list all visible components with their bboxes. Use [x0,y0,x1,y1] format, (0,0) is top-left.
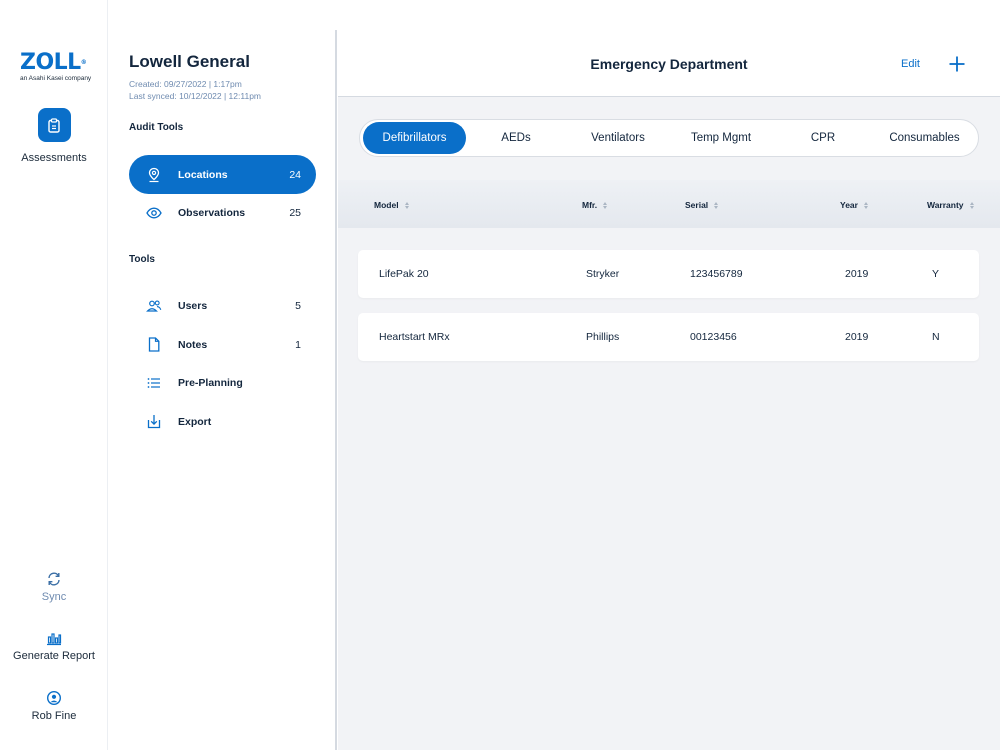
cell-warranty: N [932,331,940,343]
cell-mfr: Stryker [586,268,620,280]
nav-count-notes: 1 [295,338,301,351]
cell-model: LifePak 20 [379,268,429,280]
plus-icon [949,56,965,72]
column-header-year[interactable]: Year [840,200,868,210]
column-label-model: Model [374,200,399,210]
audit-tools-heading: Audit Tools [129,122,184,133]
nav-item-users[interactable]: Users 5 [129,286,316,325]
user-name-label: Rob Fine [31,710,77,722]
nav-item-locations[interactable]: Locations 24 [129,155,316,194]
tab-temp-mgmt[interactable]: Temp Mgmt [670,122,772,154]
generate-report-button[interactable]: Generate Report [0,630,108,662]
sync-button[interactable]: Sync [0,571,108,603]
assessments-nav[interactable]: Assessments [0,108,108,164]
column-label-mfr: Mfr. [582,200,598,210]
nav-label-locations: Locations [178,168,228,181]
download-icon [129,414,178,429]
sort-icon [969,201,974,209]
facility-title: Lowell General [129,52,250,71]
location-panel: Lowell General Created: 09/27/2022 | 1:1… [109,30,337,750]
table-header: Model Mfr. Serial Year Warranty [338,180,1000,228]
nav-label-observations: Observations [178,206,246,219]
zoll-logo: ZOLL® an Asahi Kasei company [20,50,92,83]
cell-year: 2019 [845,268,869,280]
tab-consumables[interactable]: Consumables [874,122,975,154]
add-button[interactable] [947,54,967,74]
sync-label: Sync [41,591,67,603]
tab-ventilators[interactable]: Ventilators [566,122,670,154]
column-label-serial: Serial [685,200,709,210]
cell-serial: 00123456 [690,331,737,343]
nav-item-export[interactable]: Export [129,402,316,441]
sync-icon [0,571,108,587]
column-header-mfr[interactable]: Mfr. [582,200,608,210]
logo-tagline: an Asahi Kasei company [20,75,92,82]
user-avatar-icon [0,690,108,706]
document-icon [129,337,178,352]
nav-item-observations[interactable]: Observations 25 [129,193,316,232]
cell-warranty: Y [932,268,940,280]
user-profile-button[interactable]: Rob Fine [0,690,108,722]
nav-count-users: 5 [295,299,301,312]
nav-label-export: Export [178,415,212,428]
nav-item-notes[interactable]: Notes 1 [129,325,316,364]
eye-icon [129,207,178,219]
table-row[interactable]: LifePak 20 Stryker 123456789 2019 Y [358,250,979,298]
column-header-warranty[interactable]: Warranty [927,200,974,210]
list-icon [129,377,178,389]
users-icon [129,299,178,313]
content-header: Emergency Department Edit [338,30,1000,97]
logo-wordmark: ZOLL® [20,50,87,75]
equipment-tabs: Defibrillators AEDs Ventilators Temp Mgm… [359,119,979,157]
table-row[interactable]: Heartstart MRx Phillips 00123456 2019 N [358,313,979,361]
tab-cpr[interactable]: CPR [772,122,874,154]
main-content: Defibrillators AEDs Ventilators Temp Mgm… [338,97,1000,750]
created-date: Created: 09/27/2022 | 1:17pm [129,79,242,89]
cell-year: 2019 [845,331,869,343]
tools-heading: Tools [129,254,155,265]
sort-icon [714,201,719,209]
map-pin-icon [129,167,178,183]
nav-count-locations: 24 [289,168,301,181]
edit-button[interactable]: Edit [901,58,920,70]
nav-label-notes: Notes [178,338,208,351]
sort-icon [863,201,868,209]
tab-aeds[interactable]: AEDs [466,122,566,154]
nav-label-pre-planning: Pre-Planning [178,376,243,389]
nav-count-observations: 25 [289,206,301,219]
cell-serial: 123456789 [690,268,743,280]
facility-meta: Created: 09/27/2022 | 1:17pm Last synced… [129,79,261,102]
sort-icon [603,201,608,209]
bar-chart-icon [0,630,108,646]
column-label-year: Year [840,200,858,210]
sort-icon [404,201,409,209]
assessments-label: Assessments [21,152,87,164]
last-synced-date: Last synced: 10/12/2022 | 12:11pm [129,90,262,101]
nav-label-users: Users [178,299,208,312]
cell-mfr: Phillips [586,331,620,343]
tab-defibrillators[interactable]: Defibrillators [363,122,466,154]
column-header-serial[interactable]: Serial [685,200,719,210]
generate-report-label: Generate Report [13,650,95,662]
clipboard-icon[interactable] [37,108,71,142]
nav-item-pre-planning[interactable]: Pre-Planning [129,363,316,402]
left-rail: ZOLL® an Asahi Kasei company Assessments… [0,0,108,750]
column-header-model[interactable]: Model [374,200,409,210]
cell-model: Heartstart MRx [379,331,450,343]
column-label-warranty: Warranty [927,200,964,210]
